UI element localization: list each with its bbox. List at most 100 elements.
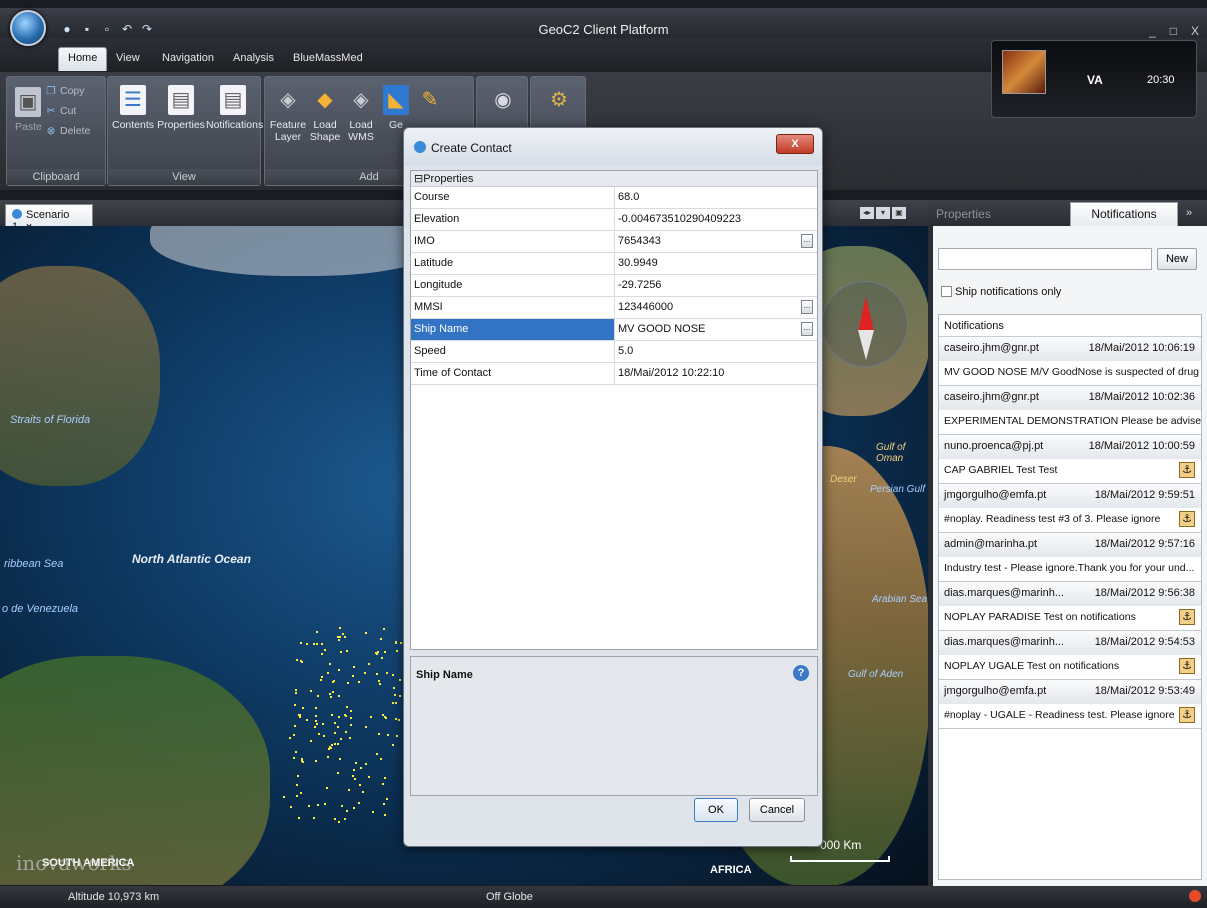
vessel-contact-dot bbox=[384, 715, 387, 718]
vessel-contact-dot bbox=[289, 736, 292, 739]
vessel-contact-dot bbox=[348, 788, 351, 791]
scissors-icon: ✂ bbox=[46, 105, 56, 117]
contents-button[interactable]: ☰ Contents bbox=[110, 85, 156, 131]
notification-item[interactable]: jmgorgulho@emfa.pt 18/Mai/2012 9:53:49 #no… bbox=[939, 680, 1201, 729]
tab-analysis[interactable]: Analysis bbox=[233, 52, 274, 64]
cancel-button[interactable]: Cancel bbox=[749, 798, 805, 822]
application-menu-orb[interactable] bbox=[10, 10, 46, 46]
property-value-text: 123446000 bbox=[618, 301, 674, 313]
property-value[interactable]: 68.0 bbox=[615, 187, 817, 208]
property-row[interactable]: Course 68.0 bbox=[411, 187, 817, 209]
vessel-contact-dot bbox=[315, 643, 318, 645]
property-value[interactable]: 30.9949 bbox=[615, 253, 817, 274]
tab-home[interactable]: Home bbox=[58, 47, 108, 71]
minimize-button[interactable]: _ bbox=[1149, 24, 1156, 38]
notifications-list-header: Notifications bbox=[939, 315, 1201, 337]
dialog-title: Create Contact bbox=[431, 141, 512, 155]
geo-button[interactable]: ◣ Ge bbox=[381, 85, 411, 131]
tab-list-button[interactable]: ▾ bbox=[876, 207, 890, 219]
scroll-tabs-button[interactable]: ◂▸ bbox=[860, 207, 874, 219]
ellipsis-button[interactable]: ... bbox=[801, 300, 813, 314]
anchor-icon[interactable]: ⚓ bbox=[1179, 707, 1195, 723]
notification-item[interactable]: caseiro.jhm@gnr.pt 18/Mai/2012 10:06:19 MV… bbox=[939, 337, 1201, 386]
feature-layer-button[interactable]: ◈ Feature Layer bbox=[269, 85, 307, 143]
anchor-icon[interactable]: ⚓ bbox=[1179, 511, 1195, 527]
notification-item[interactable]: caseiro.jhm@gnr.pt 18/Mai/2012 10:02:36 EX… bbox=[939, 386, 1201, 435]
property-row[interactable]: Latitude 30.9949 bbox=[411, 253, 817, 275]
properties-button[interactable]: ▤ Properties bbox=[156, 85, 206, 131]
property-value[interactable]: -0.004673510290409223 bbox=[615, 209, 817, 230]
property-value[interactable]: 7654343... bbox=[615, 231, 817, 252]
notification-item[interactable]: nuno.proenca@pj.pt 18/Mai/2012 10:00:59 CA… bbox=[939, 435, 1201, 484]
ellipsis-button[interactable]: ... bbox=[801, 234, 813, 248]
vessel-contact-dot bbox=[382, 803, 385, 806]
property-row[interactable]: Longitude -29.7256 bbox=[411, 275, 817, 297]
vessel-contact-dot bbox=[297, 817, 300, 820]
camera-button[interactable]: ◉ bbox=[489, 85, 517, 119]
property-row[interactable]: Time of Contact 18/Mai/2012 10:22:10 bbox=[411, 363, 817, 385]
vessel-contact-dot bbox=[346, 810, 349, 813]
more-tabs-button[interactable]: » bbox=[1186, 207, 1192, 219]
property-row[interactable]: Ship Name MV GOOD NOSE... bbox=[411, 319, 817, 341]
new-notification-button[interactable]: New bbox=[1157, 248, 1197, 270]
north-america-landmass bbox=[0, 266, 160, 486]
property-value[interactable]: MV GOOD NOSE... bbox=[615, 319, 817, 340]
cut-button[interactable]: ✂ Cut bbox=[45, 105, 77, 117]
notifications-button[interactable]: ▤ Notifications bbox=[206, 85, 263, 131]
compass-rose[interactable] bbox=[822, 281, 908, 367]
notification-sender: caseiro.jhm@gnr.pt bbox=[944, 391, 1039, 403]
ellipsis-button[interactable]: ... bbox=[801, 322, 813, 336]
property-row[interactable]: IMO 7654343... bbox=[411, 231, 817, 253]
tab-scenario-1[interactable]: Scenario 1× bbox=[5, 204, 93, 233]
delete-button[interactable]: ⊗ Delete bbox=[45, 125, 91, 137]
property-row[interactable]: MMSI 123446000... bbox=[411, 297, 817, 319]
anchor-icon[interactable]: ⚓ bbox=[1179, 658, 1195, 674]
paste-button[interactable]: ▣ Paste bbox=[15, 87, 42, 133]
notification-time: 18/Mai/2012 9:56:38 bbox=[1094, 587, 1195, 599]
notification-body: #noplay - UGALE - Readiness test. Please… bbox=[939, 704, 1201, 728]
property-value[interactable]: 123446000... bbox=[615, 297, 817, 318]
vessel-contact-dot bbox=[314, 715, 317, 718]
vessel-contact-dot bbox=[382, 627, 385, 630]
load-shape-button[interactable]: ◆ Load Shape bbox=[309, 85, 341, 143]
ok-button[interactable]: OK bbox=[694, 798, 738, 822]
vessel-contact-dot bbox=[333, 817, 336, 820]
close-button[interactable]: X bbox=[1191, 24, 1199, 38]
tab-properties[interactable]: Properties bbox=[936, 207, 991, 221]
property-value[interactable]: -29.7256 bbox=[615, 275, 817, 296]
anchor-icon[interactable]: ⚓ bbox=[1179, 609, 1195, 625]
vessel-contact-dot bbox=[339, 650, 342, 653]
dialog-close-button[interactable]: X bbox=[776, 134, 814, 154]
property-category[interactable]: ⊟Properties bbox=[411, 171, 817, 187]
edit-shape-button[interactable]: ✎ bbox=[415, 85, 445, 119]
maximize-pane-button[interactable]: ▣ bbox=[892, 207, 906, 219]
property-row[interactable]: Elevation -0.004673510290409223 bbox=[411, 209, 817, 231]
property-row[interactable]: Speed 5.0 bbox=[411, 341, 817, 363]
notification-input[interactable] bbox=[938, 248, 1152, 270]
tab-notifications[interactable]: Notifications bbox=[1070, 202, 1178, 226]
tab-view[interactable]: View bbox=[116, 52, 140, 64]
copy-button[interactable]: ❐ Copy bbox=[45, 85, 84, 97]
ship-notifications-only-checkbox[interactable]: Ship notifications only bbox=[941, 286, 1061, 298]
tab-navigation[interactable]: Navigation bbox=[162, 52, 214, 64]
property-value[interactable]: 5.0 bbox=[615, 341, 817, 362]
notification-item[interactable]: jmgorgulho@emfa.pt 18/Mai/2012 9:59:51 #no… bbox=[939, 484, 1201, 533]
property-value[interactable]: 18/Mai/2012 10:22:10 bbox=[615, 363, 817, 384]
anchor-icon[interactable]: ⚓ bbox=[1179, 462, 1195, 478]
checkbox-box[interactable] bbox=[941, 286, 952, 297]
notification-item[interactable]: dias.marques@marinh... 18/Mai/2012 9:56:3… bbox=[939, 582, 1201, 631]
status-indicator-icon[interactable] bbox=[1189, 890, 1201, 902]
vessel-contact-dot bbox=[345, 650, 348, 653]
settings-button[interactable]: ⚙ bbox=[545, 85, 573, 119]
notification-item[interactable]: dias.marques@marinh... 18/Mai/2012 9:54:5… bbox=[939, 631, 1201, 680]
load-wms-button[interactable]: ◈ Load WMS bbox=[345, 85, 377, 143]
notification-sender: admin@marinha.pt bbox=[944, 538, 1038, 550]
paste-icon: ▣ bbox=[15, 87, 41, 117]
maximize-button[interactable]: □ bbox=[1170, 24, 1177, 38]
vessel-contact-dot bbox=[314, 760, 317, 763]
map-label-arabian-sea: Arabian Sea bbox=[872, 594, 928, 605]
tab-bluemassmed[interactable]: BlueMassMed bbox=[293, 52, 363, 64]
notification-item[interactable]: admin@marinha.pt 18/Mai/2012 9:57:16 Indus… bbox=[939, 533, 1201, 582]
help-icon[interactable]: ? bbox=[793, 665, 809, 681]
notifications-list[interactable]: Notifications caseiro.jhm@gnr.pt 18/Mai/2… bbox=[938, 314, 1202, 880]
